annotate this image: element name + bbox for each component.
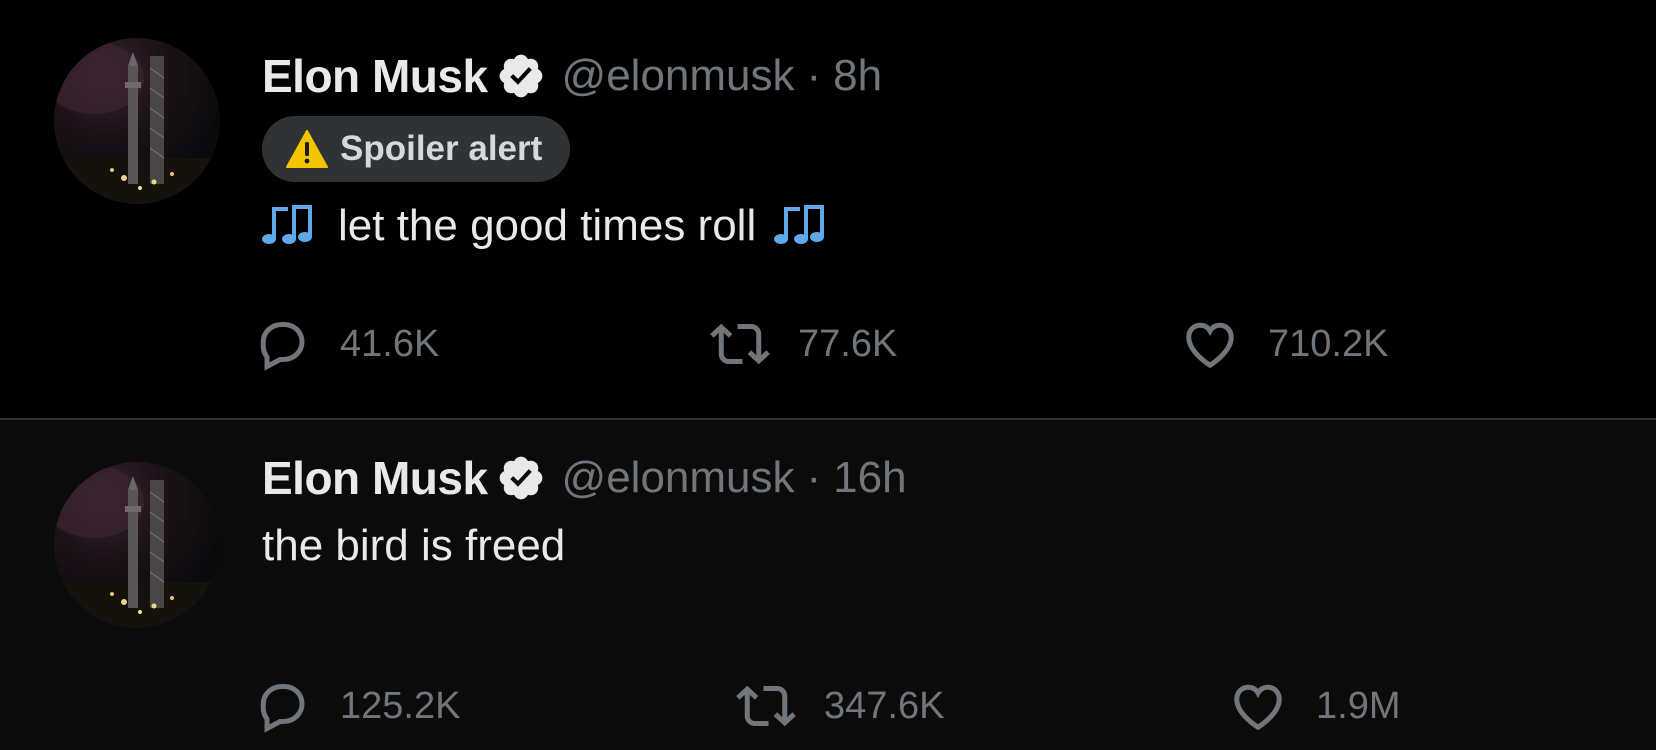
tweet-text: let the good times roll: [262, 196, 1616, 256]
tweet-text-body: let the good times roll: [338, 201, 757, 250]
tweet-timestamp[interactable]: 16h: [833, 453, 906, 503]
spoiler-alert-label: Spoiler alert: [262, 116, 571, 182]
tweet-actions: 125.2K 347.6K 1.9M: [260, 676, 1656, 736]
verified-badge-icon: [496, 51, 546, 101]
avatar-rocket-image: [54, 466, 220, 628]
reply-icon: [252, 676, 312, 736]
author-name[interactable]: Elon Musk: [262, 451, 488, 505]
retweet-count: 77.6K: [798, 322, 898, 365]
reply-icon: [252, 314, 312, 374]
tweet-header: Elon Musk @elonmusk · 16h: [262, 444, 1616, 512]
reply-count: 41.6K: [340, 322, 440, 365]
tweet-timestamp[interactable]: 8h: [833, 51, 882, 101]
tweet[interactable]: Elon Musk @elonmusk · 8h Spoiler alert l…: [0, 0, 1656, 418]
author-name[interactable]: Elon Musk: [262, 49, 488, 103]
retweet-icon: [736, 676, 796, 736]
like-button[interactable]: 710.2K: [1180, 314, 1388, 374]
avatar-rocket-image: [54, 42, 220, 204]
like-icon: [1228, 676, 1288, 736]
tweet[interactable]: Elon Musk @elonmusk · 16h the bird is fr…: [0, 420, 1656, 750]
warning-icon: [286, 129, 328, 169]
avatar[interactable]: [54, 462, 220, 628]
like-count: 710.2K: [1268, 322, 1389, 365]
reply-button[interactable]: 125.2K: [252, 676, 460, 736]
tweet-content: Elon Musk @elonmusk · 8h Spoiler alert l…: [262, 42, 1616, 256]
tweet-text: the bird is freed: [262, 516, 1616, 576]
tweet-actions: 41.6K 77.6K 710.2K: [260, 314, 1656, 374]
reply-count: 125.2K: [340, 684, 461, 727]
spoiler-text: Spoiler alert: [340, 129, 543, 168]
author-handle[interactable]: @elonmusk: [562, 453, 795, 503]
avatar[interactable]: [54, 38, 220, 204]
author-handle[interactable]: @elonmusk: [562, 51, 795, 101]
musical-notes-icon: [262, 199, 322, 253]
separator-dot: ·: [806, 453, 822, 502]
like-count: 1.9M: [1316, 684, 1401, 727]
separator-dot: ·: [806, 51, 822, 100]
musical-notes-icon: [774, 199, 834, 253]
reply-button[interactable]: 41.6K: [252, 314, 439, 374]
tweet-text-body: the bird is freed: [262, 521, 566, 570]
retweet-button[interactable]: 77.6K: [710, 314, 897, 374]
tweet-content: Elon Musk @elonmusk · 16h the bird is fr…: [262, 444, 1616, 576]
retweet-icon: [710, 314, 770, 374]
like-button[interactable]: 1.9M: [1228, 676, 1400, 736]
verified-badge-icon: [496, 453, 546, 503]
retweet-button[interactable]: 347.6K: [736, 676, 944, 736]
like-icon: [1180, 314, 1240, 374]
tweet-feed: Elon Musk @elonmusk · 8h Spoiler alert l…: [0, 0, 1656, 750]
tweet-header: Elon Musk @elonmusk · 8h: [262, 42, 1616, 110]
retweet-count: 347.6K: [824, 684, 945, 727]
